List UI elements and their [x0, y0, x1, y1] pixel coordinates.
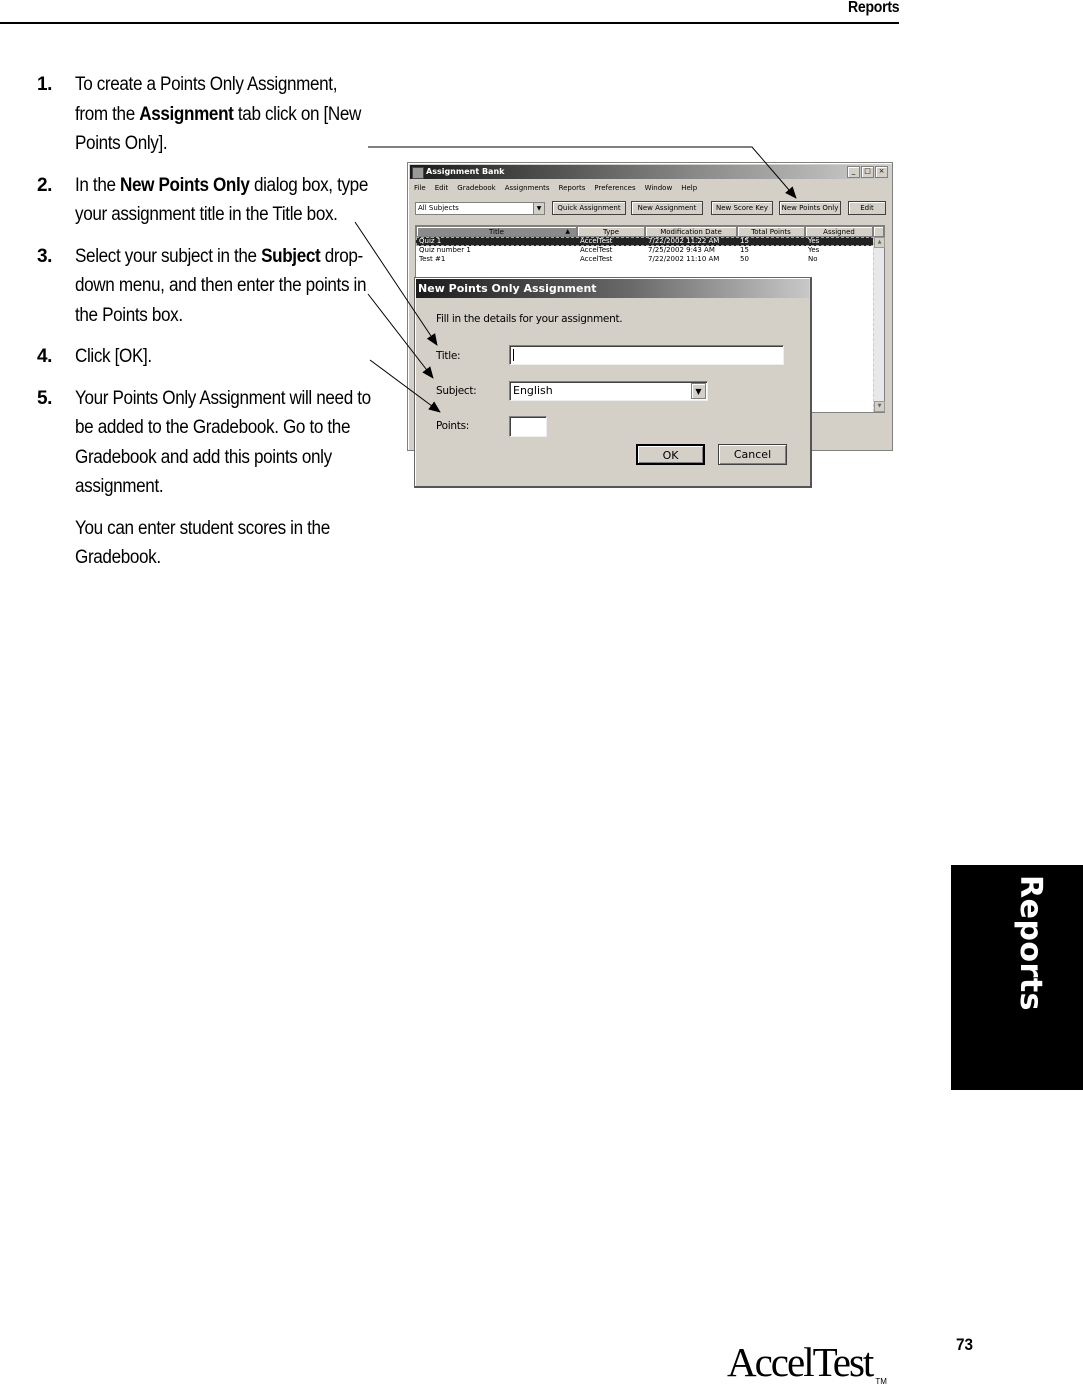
menu-file[interactable]: File — [414, 182, 426, 194]
step-bold-term: Subject — [261, 245, 321, 267]
subject-filter-value: All Subjects — [418, 204, 459, 212]
vertical-scrollbar[interactable]: ▲ ▼ — [873, 237, 885, 412]
dialog-titlebar[interactable]: New Points Only Assignment — [416, 279, 809, 298]
close-button[interactable]: × — [875, 166, 888, 178]
step-number: 4. — [37, 346, 53, 367]
scroll-down-arrow-icon[interactable]: ▼ — [874, 401, 885, 412]
cell-assigned: Yes — [808, 237, 820, 245]
cell-assigned: Yes — [808, 246, 820, 254]
page-number: 73 — [955, 1335, 973, 1354]
column-header-filler — [873, 226, 884, 237]
menu-help[interactable]: Help — [681, 182, 697, 194]
cancel-button[interactable]: Cancel — [718, 444, 787, 465]
new-points-only-button[interactable]: New Points Only — [779, 201, 841, 215]
step-number: 3. — [37, 245, 53, 267]
app-icon — [412, 167, 424, 179]
subject-filter-select[interactable]: All Subjects ▼ — [415, 202, 545, 215]
section-thumb-tab: Reports — [951, 865, 1083, 1090]
trademark-mark: TM — [875, 1377, 887, 1386]
maximize-button[interactable]: □ — [861, 166, 874, 178]
cell-date: 7/25/2002 9:43 AM — [648, 246, 715, 254]
sort-ascending-icon: ▲ — [565, 228, 570, 235]
column-header-total-points[interactable]: Total Points — [737, 226, 805, 237]
note-text: You can enter student scores in the Grad… — [75, 517, 330, 569]
menu-preferences[interactable]: Preferences — [594, 182, 635, 194]
scroll-up-arrow-icon[interactable]: ▲ — [874, 237, 885, 248]
menu-edit[interactable]: Edit — [435, 182, 449, 194]
thumb-tab-label: Reports — [1013, 875, 1048, 1012]
toolbar: All Subjects ▼ Quick Assignment New Assi… — [415, 201, 886, 215]
table-row[interactable]: Quiz 1 AccelTest 7/22/2002 11:22 AM 15 Y… — [416, 237, 884, 246]
running-header-section: Reports — [847, 0, 900, 16]
table-header: Title ▲ Type Modification Date Total Poin… — [416, 226, 884, 237]
cell-title: Quiz number 1 — [419, 246, 471, 254]
step-2: 2. In the New Points Only dialog box, ty… — [37, 171, 372, 230]
cell-points: 15 — [740, 237, 749, 245]
step-5: 5. Your Points Only Assignment will need… — [37, 384, 372, 502]
table-row[interactable]: Quiz number 1 AccelTest 7/25/2002 9:43 A… — [416, 246, 884, 255]
step-text: In the — [75, 174, 121, 196]
cell-type: AccelTest — [580, 237, 613, 245]
menu-bar: File Edit Gradebook Assignments Reports … — [408, 181, 892, 195]
step-text: Your Points Only Assignment will need to… — [75, 387, 371, 498]
chevron-down-icon[interactable]: ▼ — [691, 383, 706, 399]
points-label: Points: — [436, 420, 469, 432]
subject-dropdown[interactable]: English ▼ — [509, 381, 708, 401]
cell-date: 7/22/2002 11:22 AM — [648, 237, 720, 245]
step-3: 3. Select your subject in the Subject dr… — [37, 242, 372, 331]
cell-title: Test #1 — [419, 255, 446, 263]
column-header-type[interactable]: Type — [577, 226, 645, 237]
title-label: Title: — [436, 350, 461, 362]
ok-button[interactable]: OK — [636, 444, 705, 465]
dialog-intro: Fill in the details for your assignment. — [436, 313, 623, 325]
step-number: 2. — [37, 174, 53, 196]
points-input[interactable] — [509, 416, 547, 437]
edit-button[interactable]: Edit — [848, 201, 886, 215]
chevron-down-icon[interactable]: ▼ — [533, 203, 544, 214]
step-4: 4. Click [OK]. — [37, 342, 372, 372]
menu-window[interactable]: Window — [645, 182, 673, 194]
cell-date: 7/22/2002 11:10 AM — [648, 255, 720, 263]
cell-points: 50 — [740, 255, 749, 263]
table-row[interactable]: Test #1 AccelTest 7/22/2002 11:10 AM 50 … — [416, 255, 884, 264]
step-text: Click [OK]. — [75, 346, 152, 367]
step-bold-term: New Points Only — [120, 174, 250, 196]
window-titlebar[interactable]: Assignment Bank _ □ × — [410, 165, 890, 179]
step-bold-term: Assignment — [139, 103, 234, 125]
text-caret — [513, 349, 514, 361]
title-input[interactable] — [509, 345, 784, 365]
step-note: You can enter student scores in the Grad… — [37, 514, 372, 573]
window-title: Assignment Bank — [426, 167, 505, 176]
cell-assigned: No — [808, 255, 818, 263]
menu-gradebook[interactable]: Gradebook — [457, 182, 495, 194]
column-header-modification-date[interactable]: Modification Date — [645, 226, 737, 237]
step-number: 1. — [37, 74, 53, 95]
column-header-assigned[interactable]: Assigned — [805, 226, 873, 237]
step-number: 5. — [37, 387, 53, 409]
step-text: Select your subject in the — [75, 245, 262, 267]
subject-value: English — [513, 384, 553, 397]
cell-type: AccelTest — [580, 255, 613, 263]
subject-label: Subject: — [436, 385, 477, 397]
brand-logo: AccelTest TM — [727, 1339, 887, 1386]
new-points-only-dialog: New Points Only Assignment Fill in the d… — [414, 277, 812, 488]
cell-points: 15 — [740, 246, 749, 254]
cell-type: AccelTest — [580, 246, 613, 254]
running-header: Reports — [0, 0, 899, 24]
cell-title: Quiz 1 — [419, 237, 442, 245]
menu-reports[interactable]: Reports — [559, 182, 586, 194]
quick-assignment-button[interactable]: Quick Assignment — [552, 201, 626, 215]
new-assignment-button[interactable]: New Assignment — [631, 201, 703, 215]
column-header-title[interactable]: Title ▲ — [416, 226, 577, 237]
minimize-button[interactable]: _ — [847, 166, 860, 178]
menu-assignments[interactable]: Assignments — [505, 182, 550, 194]
step-1: 1. To create a Points Only Assignment, f… — [37, 70, 372, 159]
brand-name: AccelTest — [727, 1339, 874, 1385]
instruction-steps: 1. To create a Points Only Assignment, f… — [37, 70, 372, 573]
new-score-key-button[interactable]: New Score Key — [711, 201, 773, 215]
